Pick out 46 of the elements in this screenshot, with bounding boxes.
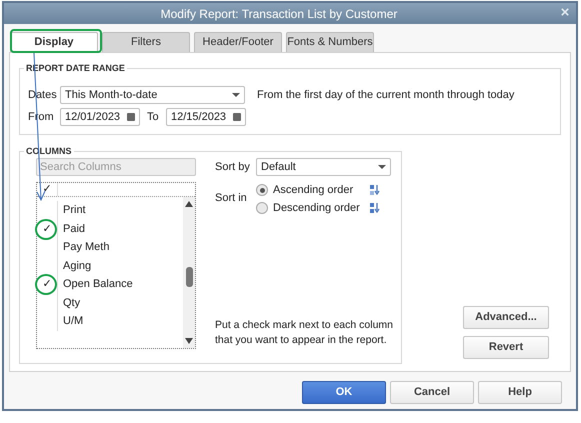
scroll-up-icon [185, 201, 193, 207]
tab[interactable]: Display [10, 32, 98, 52]
field-label: To [146, 110, 160, 125]
field-label: Sort in [215, 191, 248, 206]
list-item[interactable]: Print [58, 201, 86, 220]
description-text: From the first day of the current month through today [257, 88, 514, 103]
calendar-icon [233, 113, 241, 121]
dialog-button[interactable]: Advanced... [463, 306, 549, 329]
checkmark: ✓ [42, 183, 52, 195]
scroll-down-icon [185, 338, 193, 344]
caret-icon [378, 165, 386, 169]
hint-text: Put a check mark next to each column that you want to appear in the report. [215, 318, 394, 348]
scroll-thumb[interactable] [186, 267, 192, 287]
list-item[interactable]: U/M [58, 312, 84, 330]
sort-ascending-icon [370, 185, 380, 195]
list-item[interactable]: Pay Meth [58, 238, 110, 256]
window-title: Modify Report: Transaction List by Customer [160, 6, 398, 22]
checkmark: ✓ [42, 278, 52, 290]
field-label: Sort by [215, 160, 251, 175]
tab[interactable]: Header/Footer [194, 32, 282, 52]
sort-dropdown[interactable]: Default [256, 158, 391, 176]
caret-icon [232, 93, 240, 97]
dialog-button[interactable]: Revert [463, 336, 549, 359]
tab[interactable]: Filters [102, 32, 190, 52]
radio-label[interactable]: Ascending order [273, 182, 370, 198]
dialog-button[interactable]: Help [478, 381, 562, 404]
date-field[interactable]: 12/01/2023 [60, 108, 140, 126]
date-field[interactable]: 12/15/2023 [166, 108, 246, 126]
radio-label[interactable]: Descending order [273, 200, 370, 216]
dialog-button[interactable]: Cancel [390, 381, 474, 404]
sort-descending-icon [370, 203, 380, 213]
radio-button[interactable] [256, 184, 268, 196]
dates-dropdown[interactable]: This Month-to-date [60, 86, 245, 104]
radio-button[interactable] [256, 202, 268, 214]
list-item[interactable]: Open Balance [58, 275, 133, 294]
search-field[interactable]: Search Columns [36, 158, 196, 176]
annotation-circle [35, 274, 57, 295]
checkmark: ✓ [42, 222, 52, 234]
list-item[interactable]: Qty [58, 294, 80, 312]
dialog-button[interactable]: OK [302, 381, 386, 404]
list-item[interactable]: Paid [58, 220, 86, 238]
annotation-circle [35, 218, 57, 240]
tab[interactable]: Fonts & Numbers [286, 32, 374, 52]
list-item[interactable]: Aging [58, 256, 92, 275]
calendar-icon [127, 113, 135, 121]
scrollbar[interactable] [183, 197, 195, 348]
